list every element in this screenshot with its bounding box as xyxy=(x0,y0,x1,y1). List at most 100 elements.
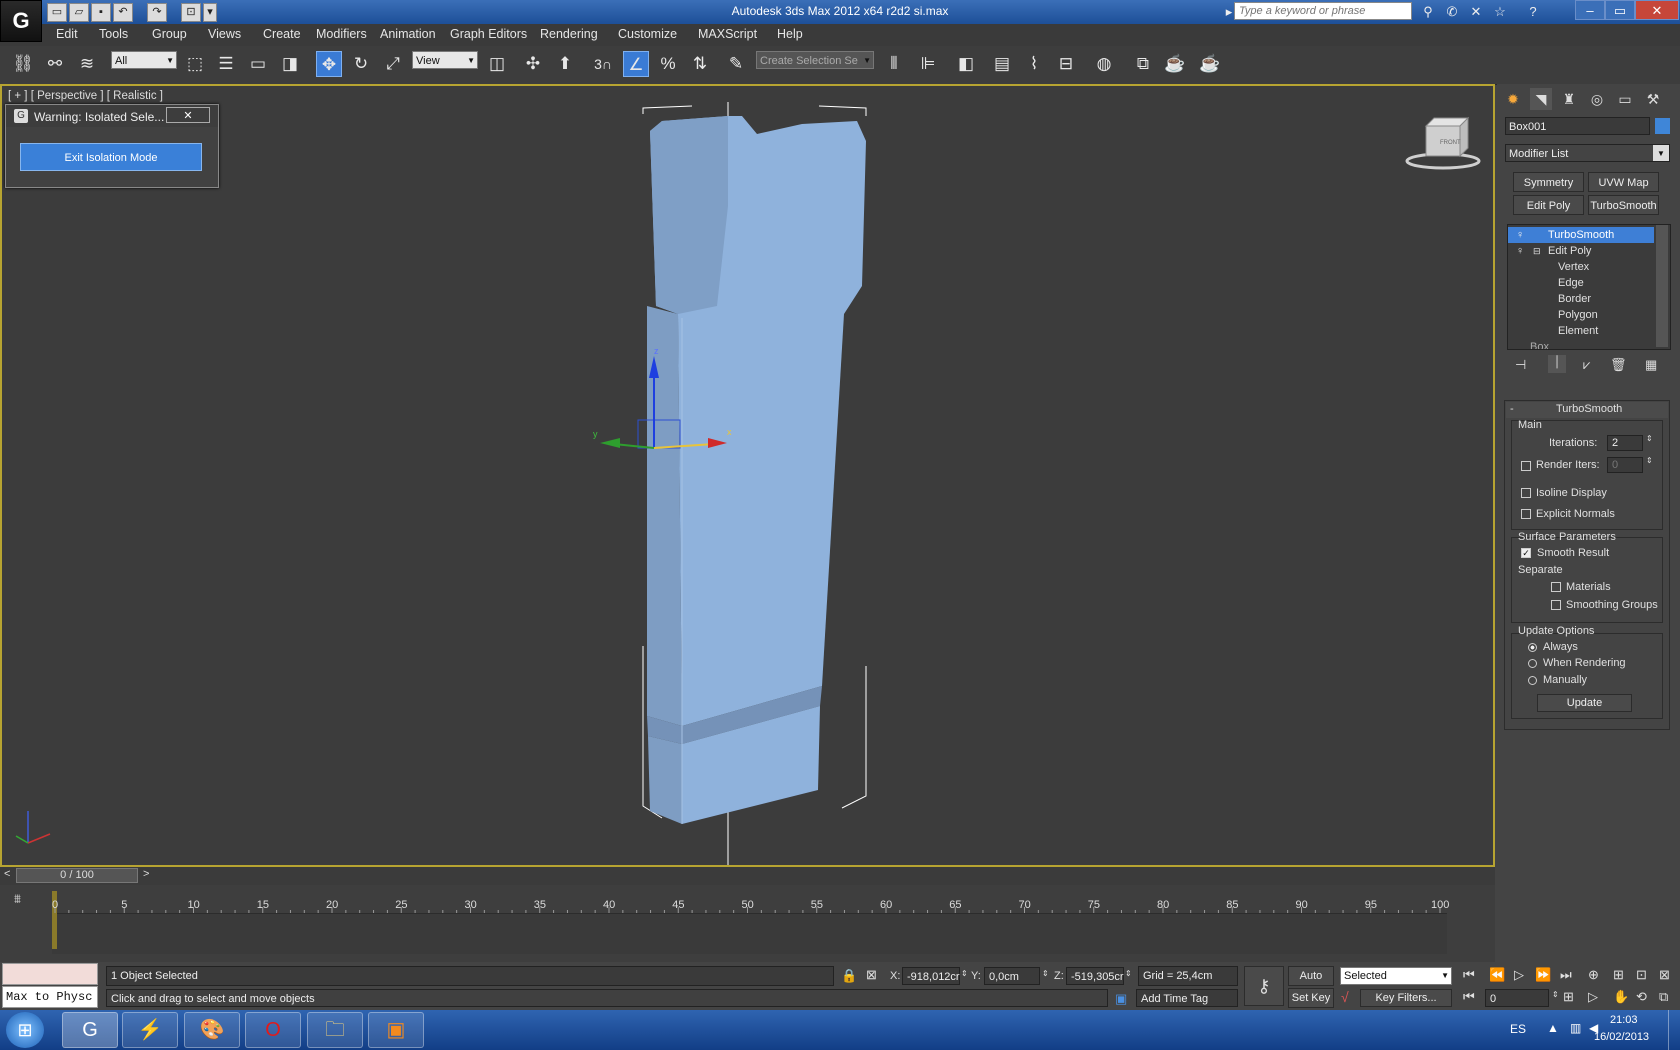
search-input[interactable] xyxy=(1234,2,1412,20)
select-and-rotate-icon[interactable]: ↻ xyxy=(348,51,374,77)
stack-subitem-polygon[interactable]: Polygon xyxy=(1508,307,1654,323)
explicit-normals-checkbox[interactable] xyxy=(1521,509,1531,519)
graphite-ribbon-icon[interactable]: ▤ xyxy=(989,51,1015,77)
maxscript-listener-input[interactable]: Max to Physc xyxy=(2,986,98,1008)
pivot-center-icon[interactable]: ◫ xyxy=(484,51,510,77)
when-rendering-radio[interactable] xyxy=(1528,659,1537,668)
select-manipulate-icon[interactable]: ✣ xyxy=(520,51,546,77)
stack-item-box[interactable]: Box xyxy=(1508,339,1654,349)
pan-view-icon[interactable]: ✋ xyxy=(1613,989,1629,1005)
new-file-icon[interactable]: ▭ xyxy=(47,3,67,22)
taskbar-paint[interactable]: 🎨 xyxy=(184,1012,240,1048)
menu-maxscript[interactable]: MAXScript xyxy=(698,27,757,41)
percent-snap-icon[interactable]: % xyxy=(655,51,681,77)
clock-time[interactable]: 21:03 xyxy=(1610,1014,1638,1026)
select-object-icon[interactable]: ⬚ xyxy=(182,51,208,77)
maxscript-listener-top[interactable] xyxy=(2,963,98,985)
stack-subitem-vertex[interactable]: Vertex xyxy=(1508,259,1654,275)
reference-coordinate-dropdown[interactable]: View xyxy=(412,51,478,70)
edit-named-selection-icon[interactable]: ✎ xyxy=(723,51,749,77)
perspective-viewport[interactable]: [ + ] [ Perspective ] [ Realistic ] z x … xyxy=(0,84,1495,867)
absolute-mode-icon[interactable]: ⊠ xyxy=(866,967,877,983)
stack-item-turbosmooth[interactable]: ♀ TurboSmooth xyxy=(1508,227,1654,243)
track-bar[interactable]: ⩩ xyxy=(0,885,1495,963)
menu-rendering[interactable]: Rendering xyxy=(540,27,598,41)
spinner-arrows-icon[interactable]: ⇕ xyxy=(1646,434,1653,443)
x-coordinate-field[interactable]: -918,012cr xyxy=(902,967,960,985)
current-frame-field[interactable]: 0 xyxy=(1485,989,1549,1007)
modifier-stack[interactable]: ♀ TurboSmooth ♀ ⊟ Edit Poly Vertex Edge Bor… xyxy=(1507,224,1671,350)
search-arrow-icon[interactable]: ▸ xyxy=(1220,3,1238,21)
z-coordinate-field[interactable]: -519,305cr xyxy=(1066,967,1124,985)
stack-item-edit-poly[interactable]: ♀ ⊟ Edit Poly xyxy=(1508,243,1654,259)
angle-snap-icon[interactable]: ∠ xyxy=(623,51,649,77)
menu-animation[interactable]: Animation xyxy=(380,27,436,41)
set-key-icon[interactable]: ⚷ xyxy=(1244,966,1284,1006)
iterations-spinner[interactable]: 2 xyxy=(1607,435,1643,451)
modify-tab-icon[interactable]: ◥ xyxy=(1530,88,1552,110)
binoculars-icon[interactable]: ⚲ xyxy=(1419,3,1437,21)
spinner-arrows-icon[interactable]: ⇕ xyxy=(1125,969,1132,978)
go-to-end-icon[interactable]: ⏭ xyxy=(1560,967,1572,983)
configure-modifier-sets-icon[interactable]: ▦ xyxy=(1645,357,1657,373)
y-coordinate-field[interactable]: 0,0cm xyxy=(984,967,1040,985)
show-desktop-button[interactable] xyxy=(1668,1010,1680,1050)
tools-icon[interactable]: ✕ xyxy=(1467,3,1485,21)
spinner-arrows-icon[interactable]: ⇕ xyxy=(1646,456,1653,465)
material-editor-icon[interactable]: ◍ xyxy=(1091,51,1117,77)
menu-edit[interactable]: Edit xyxy=(56,27,78,41)
network-icon[interactable]: ▥ xyxy=(1570,1021,1581,1035)
schematic-view-icon[interactable]: ⊟ xyxy=(1053,51,1079,77)
light-bulb-icon[interactable]: ♀ xyxy=(1516,227,1524,243)
create-tab-icon[interactable]: ✹ xyxy=(1502,88,1524,110)
menu-graph-editors[interactable]: Graph Editors xyxy=(450,27,527,41)
materials-checkbox[interactable] xyxy=(1551,582,1561,592)
isoline-display-checkbox[interactable] xyxy=(1521,488,1531,498)
play-icon[interactable]: ▷ xyxy=(1514,967,1524,983)
remove-modifier-icon[interactable]: 🗑 xyxy=(1610,357,1627,373)
render-setup-icon[interactable]: ⧉ xyxy=(1130,51,1156,77)
spinner-snap-icon[interactable]: ⇅ xyxy=(687,51,713,77)
symmetry-button[interactable]: Symmetry xyxy=(1513,172,1584,192)
viewcube[interactable]: FRONT xyxy=(1405,116,1481,170)
key-filters-button[interactable]: Key Filters... xyxy=(1360,989,1452,1007)
menu-help[interactable]: Help xyxy=(777,27,803,41)
bind-space-warp-icon[interactable]: ≋ xyxy=(74,51,100,77)
always-radio[interactable] xyxy=(1528,643,1537,652)
go-to-start-icon[interactable]: ⏮ xyxy=(1463,967,1475,983)
snaps-toggle-icon[interactable]: 3∩ xyxy=(590,51,616,77)
minimize-button[interactable]: – xyxy=(1575,0,1605,20)
clock-date[interactable]: 16/02/2013 xyxy=(1594,1031,1649,1043)
help-icon[interactable]: ? xyxy=(1524,3,1542,21)
named-selection-set-dropdown[interactable]: Create Selection Se xyxy=(756,51,874,70)
maximize-button[interactable]: ▭ xyxy=(1605,0,1635,20)
key-mode-toggle-icon[interactable]: ⏮ xyxy=(1463,989,1475,1005)
uvw-map-button[interactable]: UVW Map xyxy=(1588,172,1659,192)
undo-icon[interactable]: ↶ xyxy=(113,3,133,22)
select-and-move-icon[interactable]: ✥ xyxy=(316,51,342,77)
exit-isolation-mode-button[interactable]: Exit Isolation Mode xyxy=(20,143,202,171)
select-and-scale-icon[interactable]: ⤢ xyxy=(380,51,406,77)
update-button[interactable]: Update xyxy=(1537,694,1632,712)
menu-tools[interactable]: Tools xyxy=(99,27,128,41)
favorites-star-icon[interactable]: ☆ xyxy=(1491,3,1509,21)
redo-icon[interactable]: ↷ xyxy=(147,3,167,22)
turbosmooth-button[interactable]: TurboSmooth xyxy=(1588,195,1659,215)
save-file-icon[interactable]: ▪ xyxy=(91,3,111,22)
menu-modifiers[interactable]: Modifiers xyxy=(316,27,367,41)
hierarchy-tab-icon[interactable]: ♜ xyxy=(1558,88,1580,110)
render-iters-spinner[interactable]: 0 xyxy=(1607,457,1643,473)
time-slider-thumb[interactable]: 0 / 100 xyxy=(16,868,138,883)
object-color-swatch[interactable] xyxy=(1655,118,1670,134)
next-frame-icon[interactable]: ⏩ xyxy=(1535,967,1551,983)
rendered-frame-window-icon[interactable]: ☕ xyxy=(1162,51,1188,77)
smoothing-groups-checkbox[interactable] xyxy=(1551,600,1561,610)
stack-scrollbar[interactable] xyxy=(1656,225,1668,347)
quick-access-dropdown-icon[interactable]: ▾ xyxy=(203,3,217,22)
project-folder-icon[interactable]: ⊡ xyxy=(181,3,201,22)
render-production-icon[interactable]: ☕ xyxy=(1197,51,1223,77)
dialog-title-bar[interactable]: G Warning: Isolated Sele... ✕ xyxy=(6,105,218,127)
close-button[interactable]: ✕ xyxy=(1635,0,1679,20)
taskbar-app[interactable]: ▣ xyxy=(368,1012,424,1048)
add-time-tag-button[interactable]: Add Time Tag xyxy=(1136,989,1238,1007)
